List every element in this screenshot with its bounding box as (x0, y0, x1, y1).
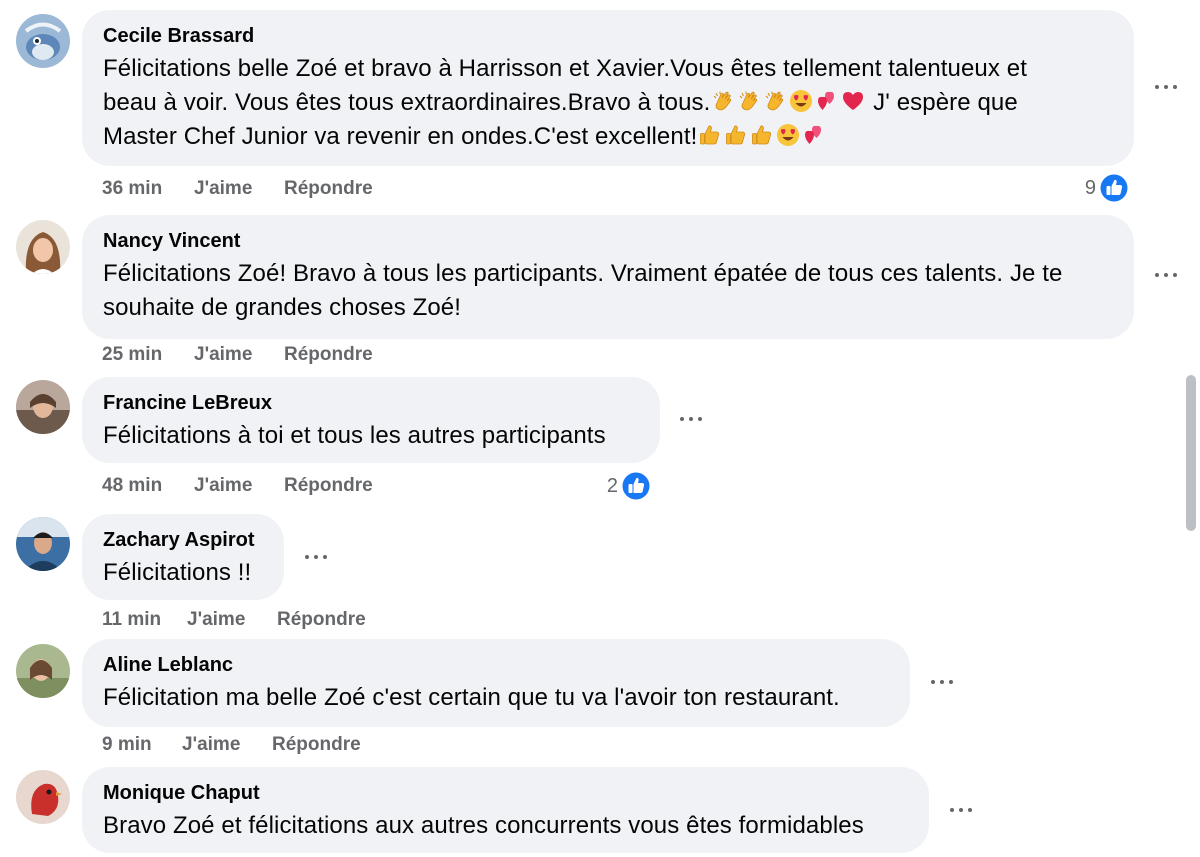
comment-bubble: Francine LeBreux Félicitations à toi et … (82, 377, 660, 463)
comment-actions: 11 min J'aime Répondre (102, 608, 502, 632)
avatar[interactable] (16, 644, 70, 698)
comment-actions: 48 min J'aime Répondre (102, 474, 502, 498)
heart-eyes-emoji-icon (789, 89, 813, 113)
comment-author[interactable]: Aline Leblanc (103, 652, 888, 678)
comment-text-line: Félicitations belle Zoé et bravo à Harri… (103, 55, 1027, 82)
reaction-count: 2 (606, 475, 618, 497)
scrollbar-thumb[interactable] (1186, 375, 1196, 531)
comment-text: Bravo Zoé et félicitations aux autres co… (103, 809, 907, 843)
comment-timestamp[interactable]: 11 min (102, 608, 161, 632)
reply-link[interactable]: Répondre (277, 608, 366, 632)
comment-actions: 25 min J'aime Répondre (102, 343, 502, 367)
reaction-count: 9 (1084, 177, 1096, 199)
clapping-hands-emoji-icon (763, 89, 787, 113)
like-reaction-icon (1098, 172, 1130, 204)
comment-timestamp[interactable]: 25 min (102, 343, 162, 367)
more-options-icon[interactable] (1152, 77, 1182, 97)
comment-text: Félicitations belle Zoé et bravo à Harri… (103, 52, 1112, 154)
clapping-hands-emoji-icon (737, 89, 761, 113)
comment-bubble: Zachary Aspirot Félicitations !! (82, 514, 284, 600)
comment-text-line: Master Chef Junior va revenir en ondes.C… (103, 123, 698, 150)
avatar[interactable] (16, 770, 70, 824)
avatar[interactable] (16, 14, 70, 68)
comment-author[interactable]: Zachary Aspirot (103, 527, 262, 553)
like-link[interactable]: J'aime (194, 343, 252, 367)
reply-link[interactable]: Répondre (284, 474, 373, 498)
comment-timestamp[interactable]: 36 min (102, 177, 162, 201)
comment-item: Francine LeBreux Félicitations à toi et … (0, 370, 1180, 510)
clapping-hands-emoji-icon (711, 89, 735, 113)
more-options-icon[interactable] (302, 547, 332, 567)
comment-bubble: Aline Leblanc Félicitation ma belle Zoé … (82, 639, 910, 727)
comment-text-line: Félicitations !! (103, 559, 252, 586)
reply-link[interactable]: Répondre (284, 177, 373, 201)
thumbs-up-emoji-icon (698, 123, 722, 147)
comment-text: Félicitation ma belle Zoé c'est certain … (103, 681, 888, 715)
comment-text-line: J' espère que (866, 89, 1018, 116)
comment-timestamp[interactable]: 48 min (102, 474, 162, 498)
more-options-icon[interactable] (947, 800, 977, 820)
reaction-summary[interactable]: 2 (592, 470, 652, 502)
reply-link[interactable]: Répondre (272, 733, 361, 757)
comment-actions: 36 min J'aime Répondre (102, 177, 502, 201)
comment-text-line: Bravo Zoé et félicitations aux autres co… (103, 812, 864, 839)
comment-text: Félicitations Zoé! Bravo à tous les part… (103, 257, 1112, 325)
two-hearts-emoji-icon (802, 123, 826, 147)
comment-author[interactable]: Nancy Vincent (103, 228, 1112, 254)
comment-timestamp[interactable]: 9 min (102, 733, 152, 757)
comment-author[interactable]: Cecile Brassard (103, 23, 1112, 49)
avatar[interactable] (16, 220, 70, 274)
comment-bubble: Cecile Brassard Félicitations belle Zoé … (82, 10, 1134, 166)
more-options-icon[interactable] (677, 409, 707, 429)
comment-author[interactable]: Monique Chaput (103, 780, 907, 806)
comment-item: Monique Chaput Bravo Zoé et félicitation… (0, 765, 1180, 857)
avatar[interactable] (16, 380, 70, 434)
like-reaction-icon (620, 470, 652, 502)
red-heart-emoji-icon (841, 89, 865, 113)
avatar[interactable] (16, 517, 70, 571)
comment-text: Félicitations à toi et tous les autres p… (103, 419, 638, 453)
comment-actions: 9 min J'aime Répondre (102, 733, 502, 757)
comment-item: Zachary Aspirot Félicitations !! 11 min … (0, 510, 1180, 635)
comment-bubble: Monique Chaput Bravo Zoé et félicitation… (82, 767, 929, 853)
thumbs-up-emoji-icon (750, 123, 774, 147)
more-options-icon[interactable] (928, 672, 958, 692)
comment-text: Félicitations !! (103, 556, 262, 590)
comment-bubble: Nancy Vincent Félicitations Zoé! Bravo à… (82, 215, 1134, 339)
like-link[interactable]: J'aime (194, 474, 252, 498)
thumbs-up-emoji-icon (724, 123, 748, 147)
comment-item: Aline Leblanc Félicitation ma belle Zoé … (0, 635, 1180, 765)
comment-text-line: souhaite de grandes choses Zoé! (103, 294, 462, 321)
like-link[interactable]: J'aime (187, 608, 245, 632)
comment-author[interactable]: Francine LeBreux (103, 390, 638, 416)
comment-item: Cecile Brassard Félicitations belle Zoé … (0, 0, 1180, 210)
comment-text-line: Félicitation ma belle Zoé c'est certain … (103, 684, 840, 711)
comment-text-line: Félicitations à toi et tous les autres p… (103, 422, 606, 449)
comment-text-line: beau à voir. Vous êtes tous extraordinai… (103, 89, 711, 116)
like-link[interactable]: J'aime (194, 177, 252, 201)
comment-feed: Cecile Brassard Félicitations belle Zoé … (0, 0, 1200, 857)
two-hearts-emoji-icon (815, 89, 839, 113)
comment-text-line: Félicitations Zoé! Bravo à tous les part… (103, 260, 1063, 287)
comment-item: Nancy Vincent Félicitations Zoé! Bravo à… (0, 210, 1180, 370)
reply-link[interactable]: Répondre (284, 343, 373, 367)
heart-eyes-emoji-icon (776, 123, 800, 147)
like-link[interactable]: J'aime (182, 733, 240, 757)
more-options-icon[interactable] (1152, 265, 1182, 285)
reaction-summary[interactable]: 9 (1070, 172, 1130, 204)
